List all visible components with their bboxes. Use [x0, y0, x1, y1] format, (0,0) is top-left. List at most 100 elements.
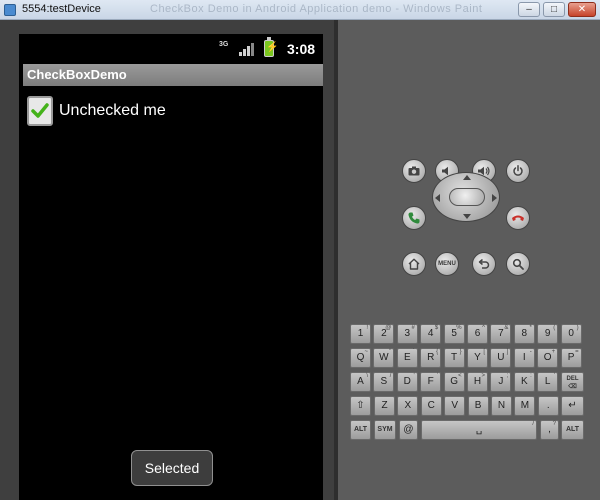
checkbox-label: Unchecked me — [59, 102, 166, 119]
device-screen[interactable]: 3G ⚡ 3:08 CheckBoxDemo Unchecked me Sele… — [19, 34, 323, 500]
checkbox-row[interactable]: Unchecked me — [27, 96, 166, 126]
key-label: O — [543, 352, 552, 363]
key-label: Z — [381, 400, 388, 411]
comma-key-label: , — [548, 424, 551, 435]
key-1[interactable]: 1! — [350, 324, 371, 344]
search-button[interactable] — [506, 252, 530, 276]
end-call-button[interactable] — [506, 206, 530, 230]
key-alt-label: } — [459, 349, 462, 355]
key-h[interactable]: H > — [467, 372, 488, 392]
alt-left-key[interactable]: ALT — [350, 420, 371, 440]
key-n[interactable]: N — [491, 396, 512, 416]
key-label: K — [520, 376, 528, 387]
menu-button[interactable]: MENU — [435, 252, 459, 276]
home-button[interactable] — [402, 252, 426, 276]
key-5[interactable]: 5% — [443, 324, 465, 344]
key-alt-label: ) — [576, 325, 579, 331]
key-q[interactable]: Q ~ — [350, 348, 371, 368]
key-i[interactable]: I- — [513, 348, 535, 368]
maximize-button[interactable]: □ — [543, 2, 565, 17]
key-2[interactable]: 2 @ — [373, 324, 395, 344]
key-label: G — [450, 376, 458, 387]
key-c[interactable]: C — [420, 396, 442, 416]
key-e[interactable]: E ´ — [396, 348, 418, 368]
window-titlebar: 5554:testDevice CheckBox Demo in Android… — [0, 0, 600, 20]
key-b[interactable]: B — [467, 396, 489, 416]
back-button[interactable] — [472, 252, 496, 276]
checkmark-icon — [31, 103, 49, 118]
panel-divider — [334, 20, 338, 500]
key-x[interactable]: X — [397, 396, 419, 416]
key-alt-label: : — [530, 373, 532, 379]
alt-right-key[interactable]: ALT — [561, 420, 584, 440]
key-period[interactable]: . — [537, 396, 559, 416]
dpad-left-icon[interactable] — [435, 194, 440, 202]
key-z[interactable]: Z — [374, 396, 395, 416]
key-a[interactable]: A \ — [350, 372, 371, 392]
camera-button[interactable] — [402, 159, 426, 183]
key-label: C — [427, 400, 435, 411]
demo-checkbox[interactable] — [27, 96, 53, 126]
key-label: P — [567, 352, 575, 363]
space-key[interactable]: ␣ / — [421, 420, 537, 440]
call-button[interactable] — [402, 206, 426, 230]
key-0[interactable]: 0) — [560, 324, 582, 344]
key-d[interactable]: D ‘ — [396, 372, 418, 392]
dpad-down-icon[interactable] — [463, 214, 471, 219]
key-label: Y — [474, 352, 481, 363]
key-m[interactable]: M — [514, 396, 536, 416]
key-alt-label: & — [504, 325, 509, 331]
minimize-button[interactable]: – — [518, 2, 540, 17]
at-key[interactable]: @ — [399, 420, 418, 440]
dpad-center-button[interactable] — [449, 188, 485, 206]
key-label: 3 — [404, 328, 411, 339]
key-p[interactable]: P = — [560, 348, 582, 368]
key-7[interactable]: 7 & — [490, 324, 512, 344]
key-3[interactable]: 3 # — [396, 324, 418, 344]
key-label: I — [522, 352, 526, 363]
keyboard-row-1: 1! 2 @3 #4 $5% 6 ^ 7 & 8 * 9(0) — [350, 324, 584, 344]
key-v[interactable]: V — [444, 396, 466, 416]
window-blurred-title: CheckBox Demo in Android Application dem… — [150, 3, 483, 15]
key-s[interactable]: S / — [373, 372, 395, 392]
key-y[interactable]: Y[ — [467, 348, 488, 368]
network-type-label: 3G — [219, 41, 229, 48]
camera-icon — [408, 166, 420, 176]
key-6[interactable]: 6 ^ — [467, 324, 488, 344]
key-f[interactable]: F’ — [420, 372, 442, 392]
dpad-right-icon[interactable] — [492, 194, 497, 202]
key-9[interactable]: 9( — [537, 324, 559, 344]
shift-key[interactable]: ⇧ — [350, 396, 371, 416]
dpad[interactable] — [432, 172, 500, 222]
comma-key[interactable]: ,? — [540, 420, 559, 440]
battery-charging-icon: ⚡ — [264, 37, 278, 57]
key-o[interactable]: O + — [537, 348, 559, 368]
key-alt-label: ( — [553, 325, 556, 331]
power-button[interactable] — [506, 159, 530, 183]
key-label: W — [379, 352, 389, 363]
key-4[interactable]: 4 $ — [420, 324, 442, 344]
key-w[interactable]: W " — [373, 348, 395, 368]
key-alt-label: = — [575, 349, 579, 355]
delete-key[interactable]: DEL ⌫ — [561, 372, 584, 392]
key-r[interactable]: R{ — [420, 348, 442, 368]
key-t[interactable]: T} — [443, 348, 465, 368]
key-g[interactable]: G < — [443, 372, 465, 392]
key-alt-label: ; — [506, 373, 509, 379]
key-j[interactable]: J; — [490, 372, 512, 392]
key-label: B — [474, 400, 482, 411]
key-l[interactable]: L ' — [537, 372, 559, 392]
close-button[interactable]: ✕ — [568, 2, 596, 17]
key-u[interactable]: U] — [490, 348, 512, 368]
key-alt-label: ^ — [482, 325, 485, 331]
app-title-bar: CheckBoxDemo — [23, 64, 323, 86]
dpad-up-icon[interactable] — [463, 175, 471, 180]
enter-key[interactable]: ↵ — [561, 396, 584, 416]
key-alt-label: - — [529, 349, 532, 355]
key-label: 0 — [568, 328, 574, 339]
key-alt-label: + — [551, 349, 556, 355]
key-label: D — [403, 376, 411, 387]
key-8[interactable]: 8 * — [513, 324, 535, 344]
sym-key[interactable]: SYM — [374, 420, 396, 440]
key-k[interactable]: K: — [513, 372, 535, 392]
